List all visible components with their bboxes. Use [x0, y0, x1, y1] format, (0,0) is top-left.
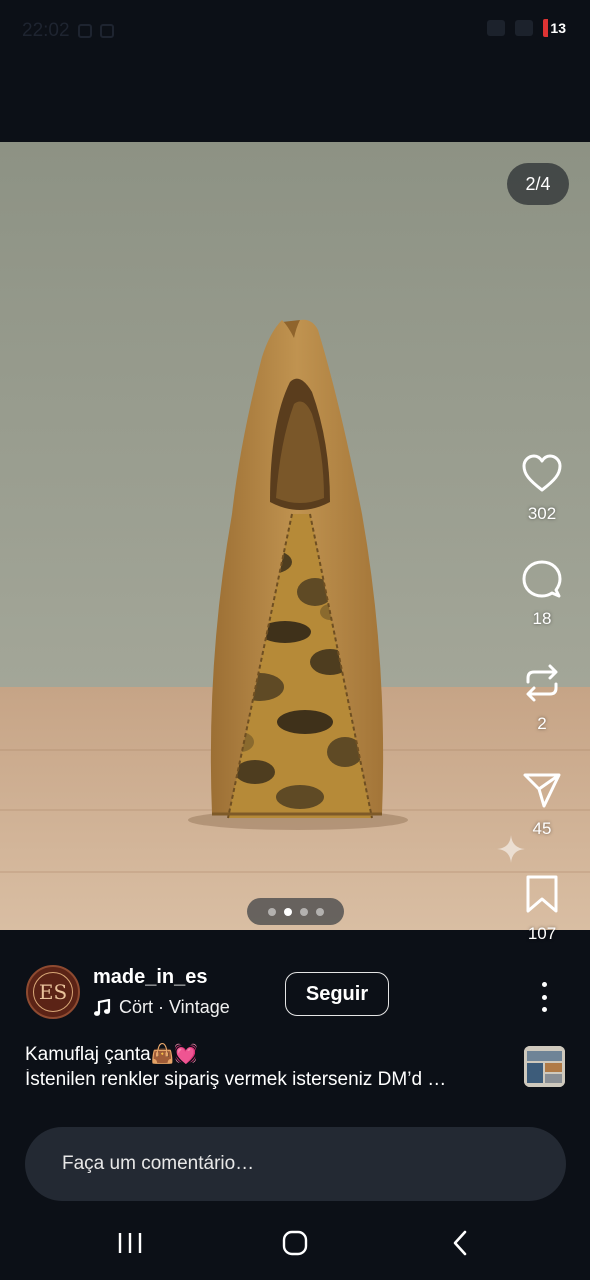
status-bar: 22:02 13 [0, 0, 590, 64]
bookmark-icon [526, 875, 558, 913]
home-button[interactable] [270, 1228, 320, 1258]
repost-count: 2 [537, 714, 547, 733]
recent-apps-icon [118, 1233, 142, 1253]
carousel-dot-active[interactable] [283, 907, 292, 916]
back-icon [453, 1230, 467, 1256]
comment-bubble-icon [522, 560, 562, 598]
comment-input[interactable]: Faça um comentário… [25, 1127, 566, 1201]
caption-title: Kamuflaj çanta👜💓 [25, 1044, 198, 1065]
follow-button[interactable]: Seguir [285, 972, 389, 1016]
more-vertical-icon[interactable] [530, 982, 558, 1012]
system-navigation-bar [0, 1218, 590, 1268]
comment-placeholder: Faça um comentário… [62, 1153, 255, 1174]
back-button[interactable] [435, 1228, 485, 1258]
notification-icon [77, 24, 92, 38]
battery-level: 13 [550, 20, 566, 36]
repost-button[interactable]: 2 [494, 662, 590, 734]
status-right: 13 [487, 19, 566, 37]
caption-text[interactable]: İstenilen renkler sipariş vermek isterse… [25, 1069, 515, 1091]
share-button[interactable]: 45 [494, 771, 590, 839]
battery-level-bar [543, 19, 549, 37]
status-left: 22:02 [22, 20, 114, 42]
carousel-dot[interactable] [267, 907, 276, 916]
carousel-dot[interactable] [315, 907, 324, 916]
carousel-dots[interactable] [247, 898, 344, 925]
music-note-icon [94, 998, 111, 1016]
music-info[interactable]: Cört · Vintage [93, 997, 230, 1018]
comment-count: 18 [532, 609, 552, 628]
home-icon [282, 1230, 308, 1256]
like-button[interactable]: 302 [494, 454, 590, 524]
wifi-icon [487, 20, 506, 36]
save-button[interactable]: 107 [494, 874, 590, 944]
repost-icon [526, 664, 558, 702]
signal-icon [515, 20, 534, 36]
notification-icon [99, 24, 114, 38]
status-time: 22:02 [22, 20, 70, 41]
send-icon [523, 773, 561, 808]
avatar[interactable]: ES [26, 965, 80, 1019]
comment-button[interactable]: 18 [494, 559, 590, 629]
username[interactable]: made_in_es [93, 966, 208, 989]
heart-icon [522, 454, 562, 492]
music-label: Cört · Vintage [119, 997, 230, 1017]
thumbnail-image [524, 1046, 565, 1087]
battery-icon: 13 [543, 19, 566, 37]
like-count: 302 [527, 504, 557, 523]
product-thumbnail[interactable] [524, 1046, 565, 1087]
save-count: 107 [527, 924, 557, 943]
carousel-dot[interactable] [299, 907, 308, 916]
avatar-monogram: ES [33, 972, 73, 1012]
image-counter: 2/4 [507, 163, 569, 205]
recent-apps-button[interactable] [105, 1228, 155, 1258]
sparkle-icon [497, 835, 525, 863]
